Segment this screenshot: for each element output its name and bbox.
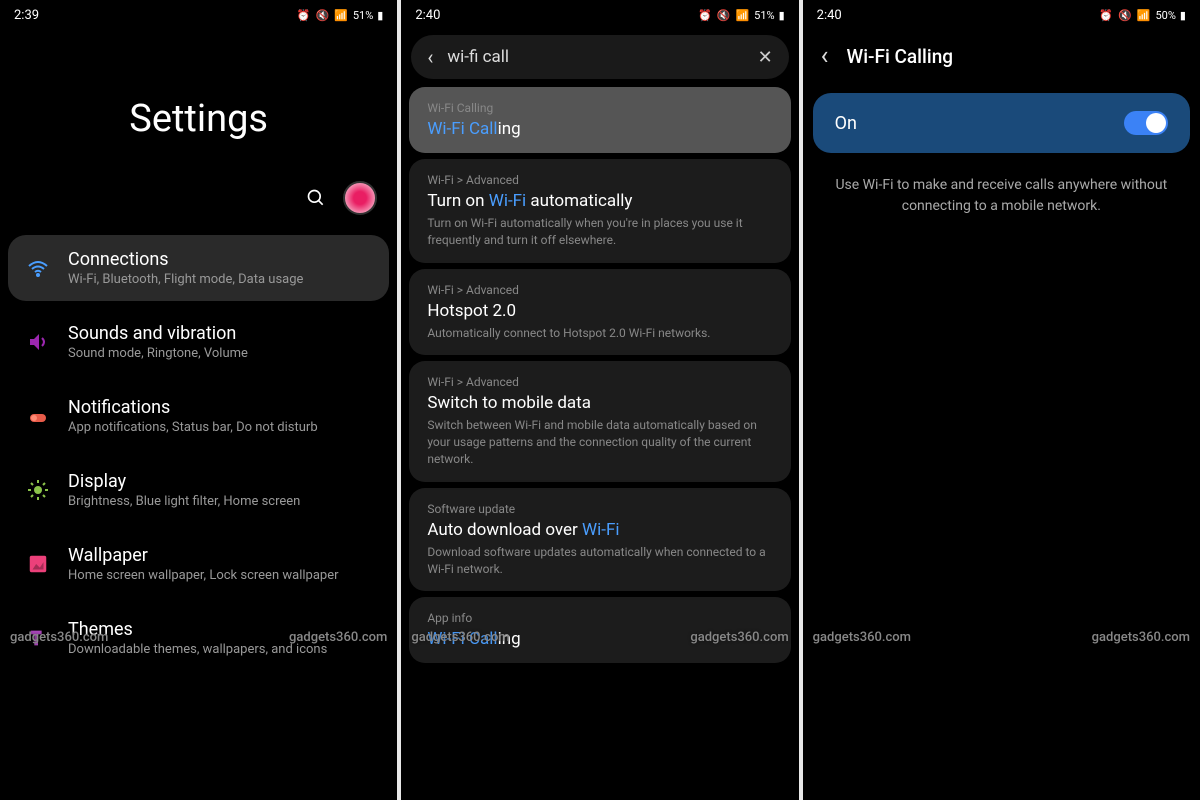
toggle-knob [1146, 113, 1166, 133]
settings-item-themes[interactable]: Themes Downloadable themes, wallpapers, a… [8, 605, 389, 671]
wifi-icon: 📶 [735, 9, 750, 22]
alarm-icon: ⏰ [1099, 9, 1114, 22]
wifi-icon [26, 256, 50, 280]
item-title: Connections [68, 249, 373, 270]
item-title: Wallpaper [68, 545, 373, 566]
mute-icon: 🔇 [315, 9, 330, 22]
search-results: Wi-Fi Calling Wi-Fi Calling Wi-Fi > Adva… [401, 87, 798, 663]
item-sub: Wi-Fi, Bluetooth, Flight mode, Data usag… [68, 272, 373, 287]
item-sub: Brightness, Blue light filter, Home scre… [68, 494, 373, 509]
item-sub: App notifications, Status bar, Do not di… [68, 420, 373, 435]
brightness-icon [26, 478, 50, 502]
page-title: Settings [0, 97, 397, 141]
wifi-icon: 📶 [334, 9, 349, 22]
statusbar: 2:40 ⏰ 🔇 📶 50% ▮ [803, 0, 1200, 27]
battery-icon: ▮ [377, 9, 383, 22]
result-breadcrumb: Wi-Fi > Advanced [427, 173, 772, 187]
settings-item-display[interactable]: Display Brightness, Blue light filter, Ho… [8, 457, 389, 523]
page-header: ‹ Wi-Fi Calling [803, 27, 1200, 85]
statusbar: 2:40 ⏰ 🔇 📶 51% ▮ [401, 0, 798, 27]
status-time: 2:40 [817, 8, 842, 23]
status-indicators: ⏰ 🔇 📶 50% ▮ [1099, 9, 1186, 22]
themes-icon [27, 627, 49, 649]
result-title: Switch to mobile data [427, 393, 772, 413]
toggle-label: On [835, 113, 857, 134]
wallpaper-icon [27, 553, 49, 575]
back-button[interactable]: ‹ [821, 41, 829, 71]
screen-search: 2:40 ⏰ 🔇 📶 51% ▮ ‹ wi-fi call ✕ Wi-Fi Ca… [401, 0, 798, 800]
screen-settings: 2:39 ⏰ 🔇 📶 51% ▮ Settings Connections Wi-… [0, 0, 397, 800]
result-title: Hotspot 2.0 [427, 301, 772, 321]
profile-avatar[interactable] [343, 181, 377, 215]
result-title: Turn on Wi-Fi automatically [427, 191, 772, 211]
item-sub: Downloadable themes, wallpapers, and ico… [68, 642, 373, 657]
settings-item-wallpaper[interactable]: Wallpaper Home screen wallpaper, Lock scr… [8, 531, 389, 597]
search-icon [306, 188, 326, 208]
toggle-switch[interactable] [1124, 111, 1168, 135]
result-title: Wi-Fi Calling [427, 119, 772, 139]
feature-description: Use Wi-Fi to make and receive calls anyw… [803, 161, 1200, 231]
settings-item-sounds[interactable]: Sounds and vibration Sound mode, Ringtone… [8, 309, 389, 375]
status-time: 2:39 [14, 8, 39, 23]
alarm-icon: ⏰ [297, 9, 312, 22]
screen-wifi-calling: 2:40 ⏰ 🔇 📶 50% ▮ ‹ Wi-Fi Calling On Use … [803, 0, 1200, 800]
page-title: Wi-Fi Calling [846, 45, 953, 68]
result-desc: Download software updates automatically … [427, 544, 772, 578]
item-title: Themes [68, 619, 373, 640]
result-app-info[interactable]: App info Wi-Fi Calling [409, 597, 790, 663]
item-title: Display [68, 471, 373, 492]
item-title: Notifications [68, 397, 373, 418]
watermark: gadgets360.com [1092, 630, 1190, 645]
clear-button[interactable]: ✕ [758, 47, 773, 68]
result-desc: Switch between Wi-Fi and mobile data aut… [427, 417, 772, 467]
result-title: Wi-Fi Calling [427, 629, 772, 649]
battery-icon: ▮ [1180, 9, 1186, 22]
item-title: Sounds and vibration [68, 323, 373, 344]
battery-percent: 51% [754, 9, 774, 22]
battery-icon: ▮ [779, 9, 785, 22]
search-button[interactable] [305, 187, 327, 209]
result-wifi-calling[interactable]: Wi-Fi Calling Wi-Fi Calling [409, 87, 790, 153]
item-sub: Sound mode, Ringtone, Volume [68, 346, 373, 361]
status-indicators: ⏰ 🔇 📶 51% ▮ [297, 9, 384, 22]
result-title: Auto download over Wi-Fi [427, 520, 772, 540]
alarm-icon: ⏰ [698, 9, 713, 22]
result-breadcrumb: Wi-Fi > Advanced [427, 283, 772, 297]
mute-icon: 🔇 [1118, 9, 1133, 22]
result-breadcrumb: Wi-Fi > Advanced [427, 375, 772, 389]
result-breadcrumb: Software update [427, 502, 772, 516]
status-indicators: ⏰ 🔇 📶 51% ▮ [698, 9, 785, 22]
battery-percent: 51% [353, 9, 373, 22]
result-auto-download[interactable]: Software update Auto download over Wi-Fi… [409, 488, 790, 592]
sound-icon [26, 330, 50, 354]
settings-hero: Settings [0, 27, 397, 181]
settings-item-connections[interactable]: Connections Wi-Fi, Bluetooth, Flight mode… [8, 235, 389, 301]
search-bar[interactable]: ‹ wi-fi call ✕ [411, 35, 788, 79]
search-input[interactable]: wi-fi call [447, 47, 743, 67]
wifi-calling-toggle-bar[interactable]: On [813, 93, 1190, 153]
statusbar: 2:39 ⏰ 🔇 📶 51% ▮ [0, 0, 397, 27]
settings-item-notifications[interactable]: Notifications App notifications, Status b… [8, 383, 389, 449]
notification-icon [26, 404, 50, 428]
result-desc: Turn on Wi-Fi automatically when you're … [427, 215, 772, 249]
wifi-icon: 📶 [1137, 9, 1152, 22]
result-turn-on-wifi[interactable]: Wi-Fi > Advanced Turn on Wi-Fi automatic… [409, 159, 790, 263]
settings-list: Connections Wi-Fi, Bluetooth, Flight mode… [0, 235, 397, 671]
status-time: 2:40 [415, 8, 440, 23]
back-button[interactable]: ‹ [427, 45, 433, 69]
battery-percent: 50% [1156, 9, 1176, 22]
result-breadcrumb: App info [427, 611, 772, 625]
result-switch-mobile[interactable]: Wi-Fi > Advanced Switch to mobile data S… [409, 361, 790, 481]
hero-actions [0, 181, 397, 235]
result-breadcrumb: Wi-Fi Calling [427, 101, 772, 115]
watermark: gadgets360.com [813, 630, 911, 645]
mute-icon: 🔇 [717, 9, 732, 22]
item-sub: Home screen wallpaper, Lock screen wallp… [68, 568, 373, 583]
result-hotspot[interactable]: Wi-Fi > Advanced Hotspot 2.0 Automatical… [409, 269, 790, 356]
result-desc: Automatically connect to Hotspot 2.0 Wi-… [427, 325, 772, 342]
